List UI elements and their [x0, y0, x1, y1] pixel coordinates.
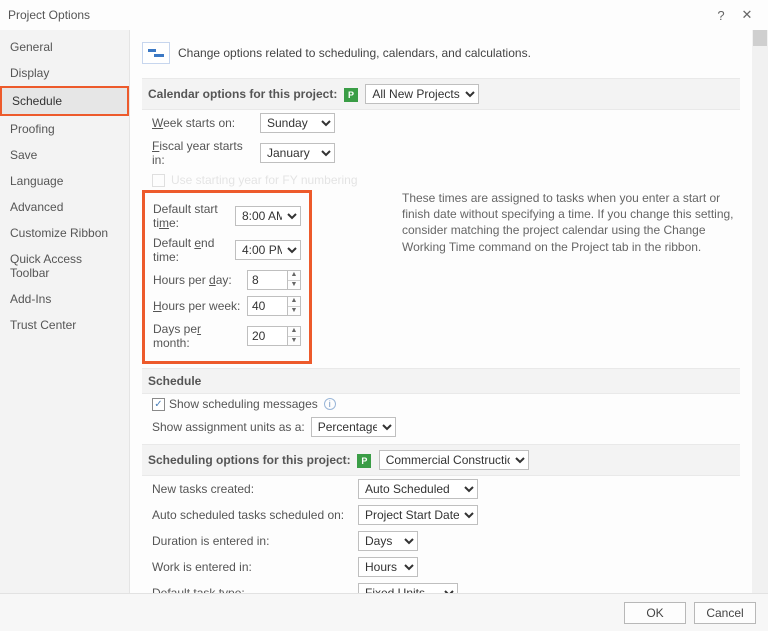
default-end-select[interactable]: 4:00 PM: [235, 240, 301, 260]
sidebar-item-qat[interactable]: Quick Access Toolbar: [0, 246, 129, 286]
defaults-highlight: Default start time: 8:00 AM Default end …: [142, 190, 312, 364]
sidebar-item-addins[interactable]: Add-Ins: [0, 286, 129, 312]
label-days-month: Days per month:: [153, 322, 241, 350]
section-schedule: Schedule: [142, 368, 740, 394]
sidebar-item-advanced[interactable]: Advanced: [0, 194, 129, 220]
dialog-footer: OK Cancel: [0, 593, 768, 631]
label-assignment-units: Show assignment units as a:: [152, 420, 305, 434]
label-week-starts: Week starts on:: [152, 116, 254, 130]
calendar-project-select[interactable]: All New Projects: [365, 84, 479, 104]
section-calendar-options: Calendar options for this project: P All…: [142, 78, 740, 110]
scrollbar-thumb[interactable]: [753, 30, 767, 46]
new-tasks-select[interactable]: Auto Scheduled: [358, 479, 478, 499]
sidebar-item-save[interactable]: Save: [0, 142, 129, 168]
hours-per-week-spinner[interactable]: ▲▼: [247, 296, 301, 316]
schedule-icon: [142, 42, 170, 64]
project-icon: P: [344, 88, 358, 102]
sidebar-item-schedule[interactable]: Schedule: [2, 88, 127, 114]
label-fiscal-year: Fiscal year starts in:: [152, 139, 254, 167]
cancel-button[interactable]: Cancel: [694, 602, 756, 624]
window-title: Project Options: [8, 8, 708, 22]
sidebar-item-trust-center[interactable]: Trust Center: [0, 312, 129, 338]
auto-scheduled-select[interactable]: Project Start Date: [358, 505, 478, 525]
default-start-select[interactable]: 8:00 AM: [235, 206, 301, 226]
label-show-scheduling-messages: Show scheduling messages: [169, 397, 318, 411]
label-default-end: Default end time:: [153, 236, 229, 264]
spin-down-icon: ▼: [288, 281, 300, 290]
fiscal-year-select[interactable]: January: [260, 143, 335, 163]
assignment-units-select[interactable]: Percentage: [311, 417, 396, 437]
sidebar-item-proofing[interactable]: Proofing: [0, 116, 129, 142]
page-header: Change options related to scheduling, ca…: [142, 38, 740, 74]
info-icon[interactable]: i: [324, 398, 336, 410]
sidebar-active-highlight: Schedule: [0, 86, 129, 116]
duration-select[interactable]: Days: [358, 531, 418, 551]
time-assignment-note: These times are assigned to tasks when y…: [402, 190, 742, 255]
work-select[interactable]: Hours: [358, 557, 418, 577]
label-default-start: Default start time:: [153, 202, 229, 230]
vertical-scrollbar[interactable]: [752, 30, 768, 593]
label-hours-day: Hours per day:: [153, 273, 241, 287]
sidebar-item-general[interactable]: General: [0, 34, 129, 60]
label-work: Work is entered in:: [152, 560, 352, 574]
days-per-month-spinner[interactable]: ▲▼: [247, 326, 301, 346]
label-hours-week: Hours per week:: [153, 299, 241, 313]
help-icon[interactable]: ?: [708, 8, 734, 23]
sidebar-item-display[interactable]: Display: [0, 60, 129, 86]
label-new-tasks: New tasks created:: [152, 482, 352, 496]
spin-up-icon: ▲: [288, 271, 300, 281]
scheduling-project-select[interactable]: Commercial Construction: [379, 450, 529, 470]
label-use-starting-year: Use starting year for FY numbering: [171, 173, 358, 187]
page-subtitle: Change options related to scheduling, ca…: [178, 46, 531, 60]
week-starts-select[interactable]: Sunday: [260, 113, 335, 133]
category-sidebar: General Display Schedule Proofing Save L…: [0, 30, 130, 593]
project-icon: P: [357, 454, 371, 468]
label-default-type: Default task type:: [152, 586, 352, 593]
project-options-dialog: Project Options ? ✕ General Display Sche…: [0, 0, 768, 631]
use-starting-year-checkbox: [152, 174, 165, 187]
ok-button[interactable]: OK: [624, 602, 686, 624]
sidebar-item-customize-ribbon[interactable]: Customize Ribbon: [0, 220, 129, 246]
close-icon[interactable]: ✕: [734, 7, 760, 23]
section-scheduling-options: Scheduling options for this project: P C…: [142, 444, 740, 476]
default-type-select[interactable]: Fixed Units: [358, 583, 458, 593]
sidebar-item-language[interactable]: Language: [0, 168, 129, 194]
label-duration: Duration is entered in:: [152, 534, 352, 548]
label-auto-scheduled: Auto scheduled tasks scheduled on:: [152, 508, 352, 522]
titlebar: Project Options ? ✕: [0, 0, 768, 30]
show-scheduling-messages-checkbox[interactable]: [152, 398, 165, 411]
hours-per-day-spinner[interactable]: ▲▼: [247, 270, 301, 290]
